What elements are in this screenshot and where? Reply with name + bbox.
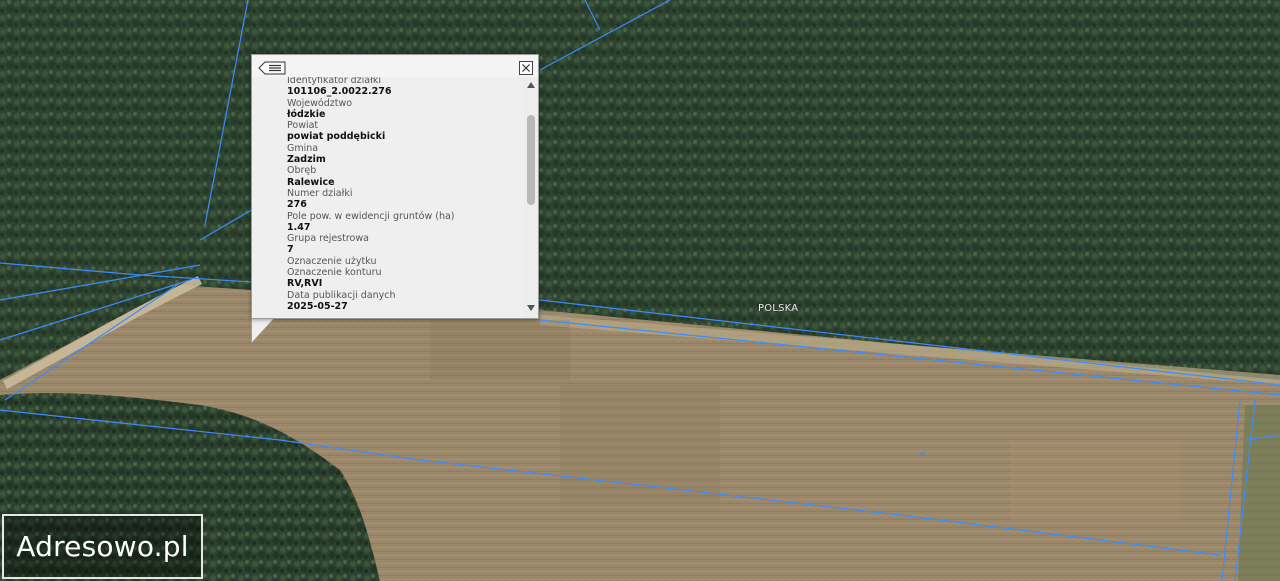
field-value: 1.47	[287, 221, 311, 233]
field-label: Obręb	[287, 165, 317, 177]
attr-oznaczenie-konturu: Oznaczenie konturu RV,RVI	[287, 267, 522, 290]
attr-grupa-rejestrowa: Grupa rejestrowa 7	[287, 233, 522, 256]
field-label: Oznaczenie konturu	[287, 267, 382, 279]
attr-obreb: Obręb Ralewice	[287, 165, 522, 188]
logo-text: Adresowo.pl	[16, 530, 189, 563]
attr-powiat: Powiat powiat poddębicki	[287, 120, 522, 143]
list-back-icon[interactable]	[258, 60, 286, 75]
adresowo-logo[interactable]: Adresowo.pl	[2, 514, 203, 579]
country-label: POLSKA	[758, 303, 799, 314]
field-value: 7	[287, 244, 294, 256]
field-label: Identyfikator działki	[287, 77, 381, 86]
field-label: Numer działki	[287, 187, 353, 199]
field-value: 101106_2.0022.276	[287, 86, 392, 98]
field-value: 276	[287, 199, 307, 211]
field-label: Gmina	[287, 142, 319, 154]
popup-scrollbar[interactable]	[524, 77, 538, 318]
field-value: RV,RVI	[287, 278, 323, 290]
aerial-imagery	[0, 0, 1280, 581]
attr-wojewodztwo: Województwo łódzkie	[287, 98, 522, 121]
attr-pole-powierzchni: Pole pow. w ewidencji gruntów (ha) 1.47	[287, 211, 522, 234]
field-label: Województwo	[287, 97, 353, 109]
attr-identyfikator: Identyfikator działki 101106_2.0022.276	[287, 77, 522, 98]
field-label: Data publikacji danych	[287, 289, 396, 301]
close-icon[interactable]	[519, 60, 533, 75]
attr-oznaczenie-uzytku: Oznaczenie użytku	[287, 256, 522, 267]
popup-body[interactable]: Identyfikator działki 101106_2.0022.276 …	[252, 77, 524, 318]
field-value: Ralewice	[287, 176, 335, 188]
field-value: powiat poddębicki	[287, 131, 386, 143]
scroll-down-arrow-icon[interactable]	[527, 305, 535, 311]
field-label: Pole pow. w ewidencji gruntów (ha)	[287, 210, 455, 222]
map-view[interactable]: POLSKA	[0, 0, 1280, 581]
parcel-info-popup: Identyfikator działki 101106_2.0022.276 …	[251, 54, 539, 319]
attr-data-publikacji: Data publikacji danych 2025-05-27	[287, 290, 522, 313]
field-value: łódzkie	[287, 108, 326, 120]
parcel-attributes: Identyfikator działki 101106_2.0022.276 …	[287, 77, 522, 312]
attr-gmina: Gmina Zadzim	[287, 143, 522, 166]
field-label: Grupa rejestrowa	[287, 233, 369, 245]
field-label: Oznaczenie użytku	[287, 255, 377, 267]
attr-numer-dzialki: Numer działki 276	[287, 188, 522, 211]
field-label: Powiat	[287, 120, 319, 132]
field-value: Zadzim	[287, 154, 326, 166]
scroll-up-arrow-icon[interactable]	[527, 82, 535, 88]
popup-header	[252, 55, 538, 77]
scroll-thumb[interactable]	[527, 115, 535, 205]
popup-pointer	[252, 318, 274, 342]
field-value: 2025-05-27	[287, 300, 348, 312]
